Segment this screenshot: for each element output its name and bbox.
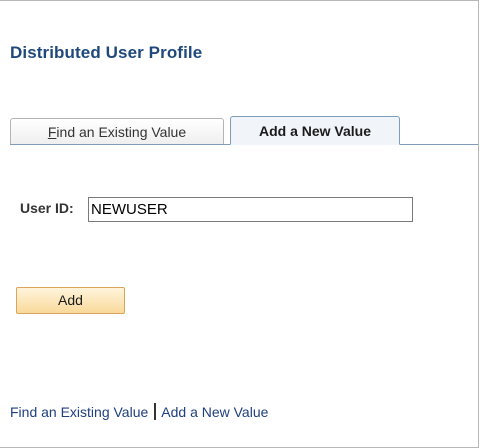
footer-separator xyxy=(154,403,157,420)
add-button[interactable]: Add xyxy=(16,287,125,314)
page-frame: Distributed User Profile Find an Existin… xyxy=(0,0,479,448)
footer-link-find-existing-value[interactable]: Find an Existing Value xyxy=(10,404,148,420)
footer-link-add-new-value[interactable]: Add a New Value xyxy=(161,404,268,420)
user-id-input[interactable] xyxy=(88,197,413,222)
footer-links: Find an Existing Value Add a New Value xyxy=(10,403,268,420)
tab-label-rest: ind an Existing Value xyxy=(56,124,187,140)
tab-find-existing-value[interactable]: Find an Existing Value xyxy=(10,118,224,144)
page-title: Distributed User Profile xyxy=(10,43,203,62)
user-id-label: User ID: xyxy=(20,200,74,216)
tab-bar: Find an Existing Value Add a New Value xyxy=(10,114,478,145)
tab-add-new-value[interactable]: Add a New Value xyxy=(230,116,400,145)
